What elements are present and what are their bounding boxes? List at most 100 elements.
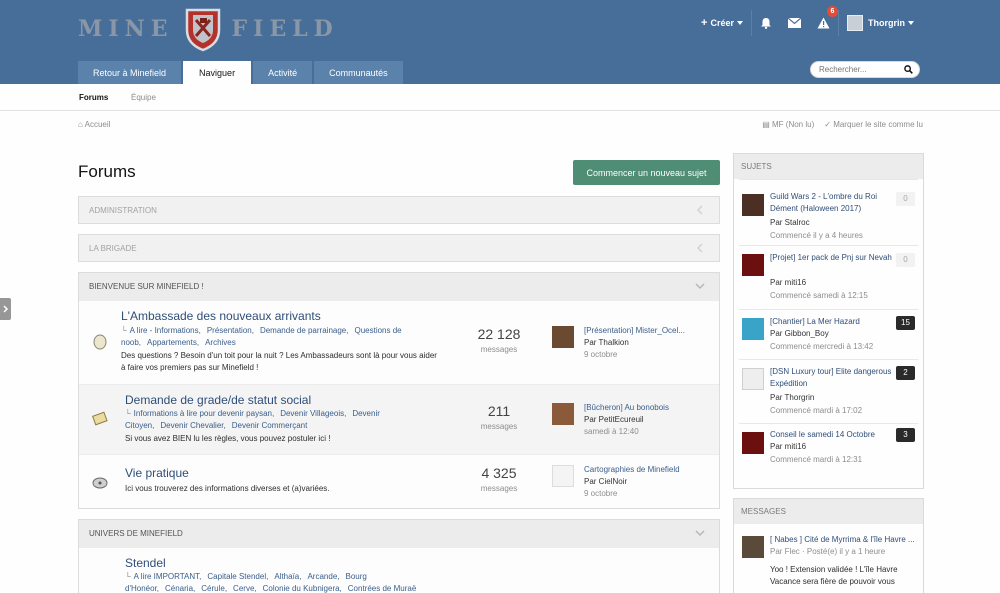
subforum-arrow-icon: └ (125, 409, 131, 418)
subforum-arrow-icon: └ (121, 326, 127, 335)
subforum-link[interactable]: Cerve, (233, 584, 257, 593)
egg-icon (93, 334, 107, 350)
subforum-link[interactable]: Arcande, (307, 572, 339, 581)
tab-naviguer[interactable]: Naviguer (183, 61, 252, 84)
topic-avatar[interactable] (742, 318, 764, 340)
message-title[interactable]: [ Nabes ] Cité de Myrrima & l'île Havre … (770, 534, 920, 546)
tab-activite[interactable]: Activité (253, 61, 313, 84)
subforum-link[interactable]: Contrées de Muraë (348, 584, 416, 593)
forum-title[interactable]: L'Ambassade des nouveaux arrivants (121, 309, 321, 323)
alerts-badge: 6 (827, 6, 838, 17)
subnav-equipe[interactable]: Équipe (131, 93, 156, 102)
search-box[interactable] (810, 61, 920, 78)
subforum-link[interactable]: A lire IMPORTANT, (134, 572, 202, 581)
tab-communautes[interactable]: Communautés (314, 61, 403, 84)
subforum-link[interactable]: Informations à lire pour devenir paysan, (134, 409, 275, 418)
topic-author[interactable]: Par miti16 (770, 278, 806, 287)
search-icon[interactable] (904, 65, 913, 74)
subforum-link[interactable]: Appartements, (147, 338, 199, 347)
sidebar-topics-header: SUJETS (734, 154, 923, 179)
subforum-link[interactable]: Demande de parrainage, (260, 326, 349, 335)
search-input[interactable] (819, 65, 899, 74)
last-post: [Bûcheron] Au bonobois Par PetitEcureuil… (552, 403, 694, 436)
reply-count: 0 (896, 253, 915, 267)
topic-item[interactable]: [DSN Luxury tour] Elite dangerous Expédi… (739, 359, 918, 423)
notifications-button[interactable] (751, 10, 780, 36)
topic-date: Commencé samedi à 12:15 (770, 291, 868, 300)
subnav-forums[interactable]: Forums (79, 93, 108, 102)
category-header[interactable]: UNIVERS DE MINEFIELD (79, 520, 719, 547)
user-menu[interactable]: Thorgrin (838, 10, 922, 36)
forum-title[interactable]: Demande de grade/de statut social (125, 393, 311, 407)
last-post-avatar[interactable] (552, 465, 574, 487)
messages-button[interactable] (780, 10, 809, 36)
message-avatar[interactable] (742, 536, 764, 558)
topic-item[interactable]: Conseil le samedi 14 Octobre Par miti16 … (739, 423, 918, 473)
message-item[interactable]: [ Nabes ] Cité de Myrrima & l'île Havre … (739, 524, 918, 593)
subforum-link[interactable]: Devenir Commerçant (232, 421, 308, 430)
subforum-link[interactable]: Devenir Villageois, (280, 409, 346, 418)
last-post-title[interactable]: Cartographies de Minefield (584, 465, 694, 474)
topic-title[interactable]: Guild Wars 2 - L'ombre du Roi Dément (Ha… (770, 191, 895, 215)
topic-author[interactable]: Par Stalroc (770, 218, 810, 227)
sidebar-toggle[interactable] (0, 298, 11, 320)
topic-author[interactable]: Par Thorgrin (770, 393, 814, 402)
subforum-link[interactable]: A lire - Informations, (130, 326, 201, 335)
unread-link[interactable]: ▤ MF (Non lu) (762, 120, 814, 129)
new-topic-button[interactable]: Commencer un nouveau sujet (573, 160, 720, 185)
last-post-user[interactable]: Par CielNoir (584, 477, 694, 486)
topic-avatar[interactable] (742, 254, 764, 276)
chevron-left-icon (696, 205, 703, 215)
username: Thorgrin (868, 18, 905, 28)
topic-title[interactable]: Conseil le samedi 14 Octobre (770, 429, 895, 441)
topic-title[interactable]: [DSN Luxury tour] Elite dangerous Expédi… (770, 366, 895, 390)
compass-icon (92, 477, 108, 489)
breadcrumb-home[interactable]: Accueil (85, 120, 111, 129)
topic-avatar[interactable] (742, 194, 764, 216)
topic-avatar[interactable] (742, 368, 764, 390)
last-post: [Présentation] Mister_Ocel... Par Thalki… (552, 326, 694, 359)
subforum-link[interactable]: Cénaria, (165, 584, 195, 593)
topic-author[interactable]: Par miti16 (770, 442, 806, 451)
subforum-link[interactable]: Cérule, (201, 584, 227, 593)
bell-icon (761, 18, 771, 29)
check-icon: ✓ (824, 120, 831, 129)
topic-author[interactable]: Par Gibbon_Boy (770, 329, 829, 338)
last-post-date: samedi à 12:40 (584, 427, 639, 436)
mark-read-link[interactable]: ✓ Marquer le site comme lu (824, 120, 923, 129)
last-post-user[interactable]: Par Thalkion (584, 338, 694, 347)
topic-date: Commencé mardi à 12:31 (770, 455, 863, 464)
last-post-title[interactable]: [Présentation] Mister_Ocel... (584, 326, 694, 335)
subforum-link[interactable]: Devenir Chevalier, (160, 421, 225, 430)
category-header[interactable]: BIENVENUE SUR MINEFIELD ! (79, 273, 719, 300)
subforum-link[interactable]: Althaïa, (274, 572, 301, 581)
last-post-user[interactable]: Par PetitEcureuil (584, 415, 694, 424)
topic-title[interactable]: [Chantier] La Mer Hazard (770, 316, 895, 328)
topic-title[interactable]: [Projet] 1er pack de Pnj sur Nevah (770, 252, 895, 264)
create-button[interactable]: + Créer (693, 10, 751, 36)
forum-title[interactable]: Vie pratique (125, 466, 189, 480)
last-post-avatar[interactable] (552, 403, 574, 425)
subforum-link[interactable]: Capitale Stendel, (207, 572, 268, 581)
chevron-down-icon (695, 283, 705, 290)
category-la-brigade[interactable]: LA BRIGADE (78, 234, 720, 262)
envelope-icon (788, 18, 801, 28)
user-avatar (847, 15, 863, 31)
subforum-link[interactable]: Archives (205, 338, 236, 347)
last-post-avatar[interactable] (552, 326, 574, 348)
alerts-button[interactable]: 6 (809, 6, 838, 36)
site-logo[interactable]: MINE FIELD (78, 6, 339, 52)
topic-avatar[interactable] (742, 432, 764, 454)
tab-retour-minefield[interactable]: Retour à Minefield (78, 61, 182, 84)
topic-item[interactable]: [Chantier] La Mer Hazard Par Gibbon_Boy … (739, 309, 918, 359)
topic-item[interactable]: [Projet] 1er pack de Pnj sur Nevah Par m… (739, 245, 918, 309)
site-header: MINE FIELD + Créer 6 Thorgrin Retour à M… (0, 0, 1000, 84)
subforum-link[interactable]: Présentation, (207, 326, 254, 335)
forum-title[interactable]: Stendel (125, 556, 166, 570)
chevron-right-icon (3, 305, 9, 313)
subforum-link[interactable]: Colonie du Kubnigera, (263, 584, 342, 593)
last-post-title[interactable]: [Bûcheron] Au bonobois (584, 403, 694, 412)
topic-item[interactable]: Guild Wars 2 - L'ombre du Roi Dément (Ha… (739, 179, 918, 245)
chevron-down-icon (695, 530, 705, 537)
category-administration[interactable]: ADMINISTRATION (78, 196, 720, 224)
